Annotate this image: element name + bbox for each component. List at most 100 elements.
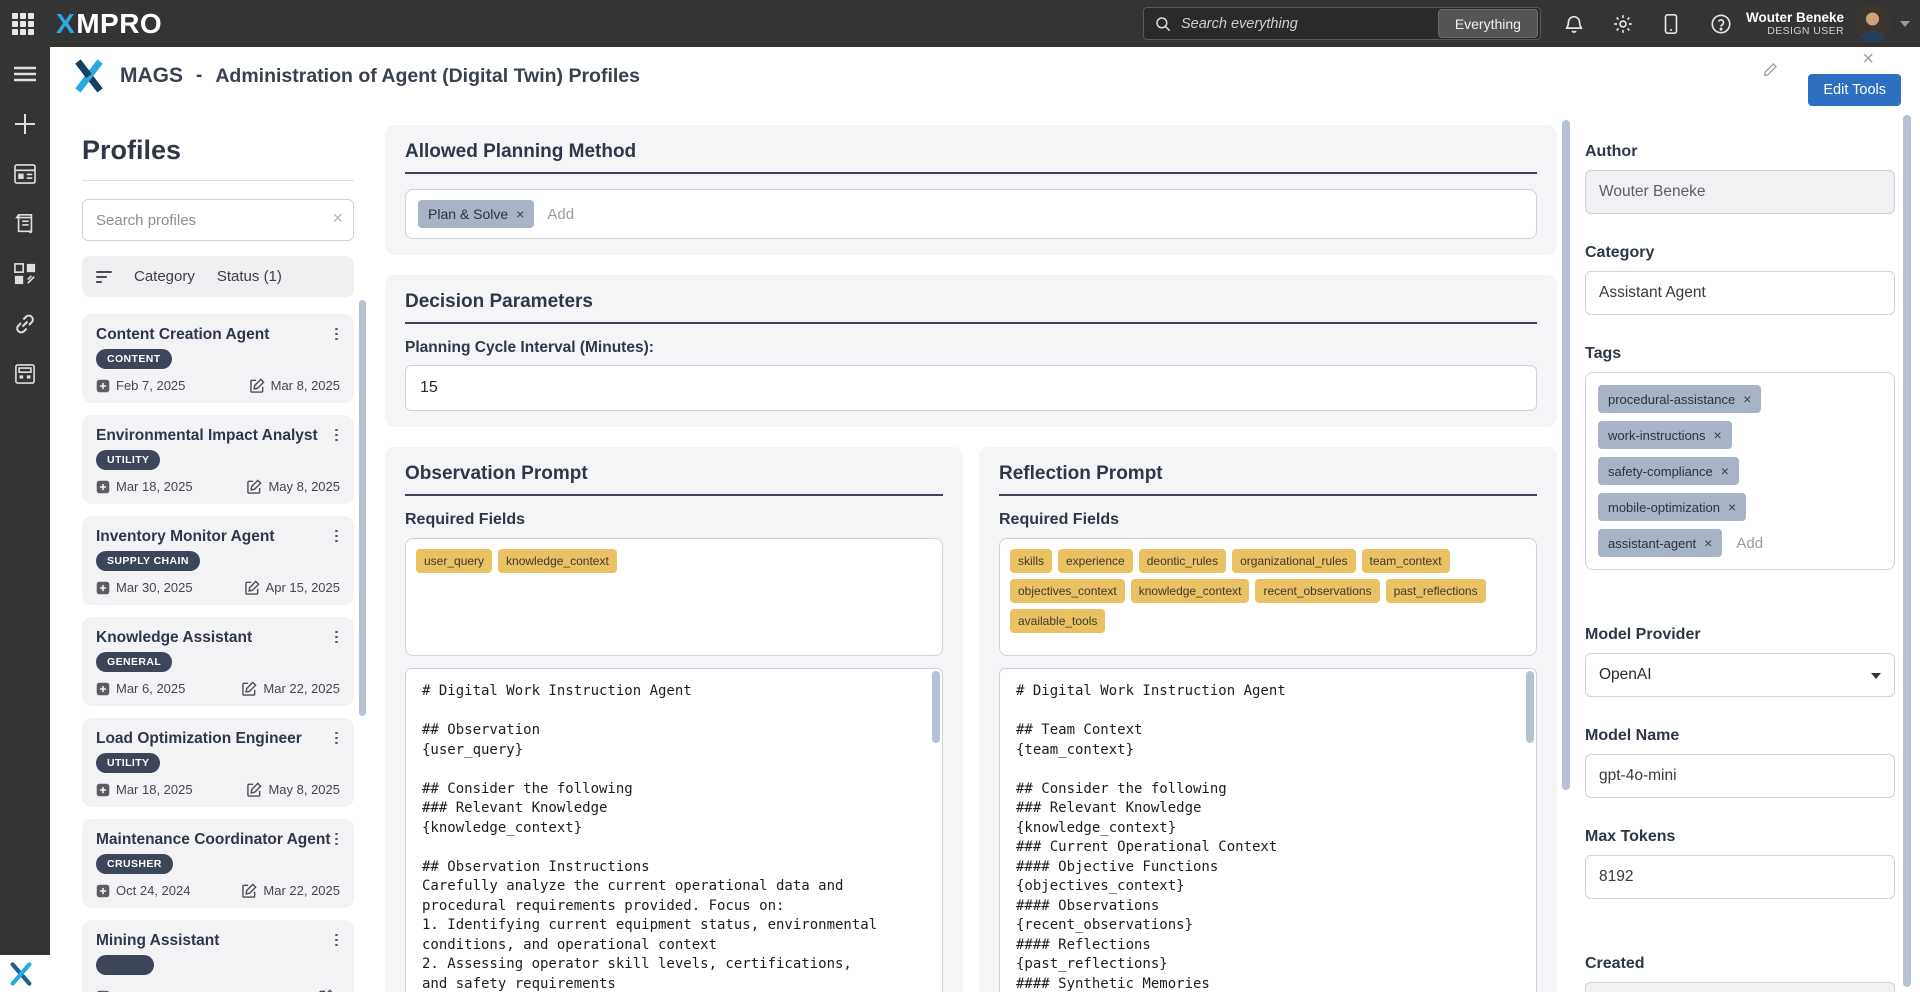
mags-logo-x-icon — [72, 59, 106, 93]
observation-scrollbar-thumb[interactable] — [932, 671, 940, 743]
author-input — [1585, 170, 1895, 214]
apps-blocks-icon[interactable] — [13, 262, 37, 286]
filter-category[interactable]: Category — [134, 268, 195, 285]
menu-hamburger-icon[interactable] — [13, 62, 37, 86]
planning-method-chip: Plan & Solve × — [418, 200, 534, 228]
profile-category-badge: CONTENT — [96, 349, 172, 369]
max-tokens-input[interactable] — [1585, 855, 1895, 899]
planning-interval-label: Planning Cycle Interval (Minutes): — [405, 339, 1537, 357]
reflection-prompt-editor[interactable]: # Digital Work Instruction Agent ## Team… — [999, 668, 1537, 992]
planning-interval-input[interactable] — [405, 365, 1537, 411]
created-plus-square-icon — [96, 783, 110, 797]
profile-card[interactable]: Knowledge Assistant GENERAL Mar 6, 2025 — [82, 617, 354, 706]
modified-date: Mar 8, 2025 — [250, 378, 340, 393]
remove-tag-icon[interactable]: × — [1714, 427, 1722, 443]
kebab-menu-icon[interactable] — [331, 931, 342, 949]
app-grid-icon[interactable] — [12, 13, 34, 35]
add-icon[interactable] — [13, 112, 37, 136]
user-menu[interactable]: Wouter Beneke DESIGN USER — [1746, 10, 1844, 37]
profiles-scrollbar-thumb[interactable] — [359, 300, 366, 716]
details-panel: Author Category Tags procedural-assistan… — [1585, 105, 1895, 992]
created-label: Created — [1585, 955, 1895, 973]
model-name-input[interactable] — [1585, 754, 1895, 798]
tag-chip: work-instructions × — [1598, 421, 1732, 449]
modified-date-text: May 8, 2025 — [268, 782, 340, 797]
filter-icon[interactable] — [96, 271, 112, 283]
main-scrollbar-thumb[interactable] — [1562, 120, 1570, 790]
user-caret-down-icon[interactable] — [1900, 21, 1910, 27]
edit-pencil-icon[interactable] — [1762, 62, 1778, 83]
reflection-prompt-text: # Digital Work Instruction Agent ## Team… — [1016, 682, 1474, 992]
reflection-prompt-title: Reflection Prompt — [999, 463, 1537, 496]
settings-gear-icon[interactable] — [1612, 13, 1634, 35]
page-scrollbar-thumb[interactable] — [1903, 115, 1911, 987]
modified-date-text: Apr 15, 2025 — [266, 580, 340, 595]
observation-prompt-text: # Digital Work Instruction Agent ## Obse… — [422, 682, 880, 992]
notifications-bell-icon[interactable] — [1563, 13, 1585, 35]
filter-status[interactable]: Status (1) — [217, 268, 282, 285]
required-field-chip: knowledge_context — [498, 549, 617, 573]
profiles-title: Profiles — [82, 135, 354, 166]
modified-pencil-square-icon — [247, 782, 262, 797]
profile-card[interactable]: Maintenance Coordinator Agent CRUSHER Oc… — [82, 819, 354, 908]
close-icon[interactable]: × — [1862, 49, 1874, 69]
created-plus-square-icon — [96, 480, 110, 494]
mobile-device-icon[interactable] — [1661, 13, 1683, 35]
kebab-menu-icon[interactable] — [331, 426, 342, 444]
modified-date: Mar 22, 2025 — [242, 883, 340, 898]
clear-search-icon[interactable]: × — [332, 208, 343, 229]
avatar[interactable] — [1854, 5, 1891, 42]
kebab-menu-icon[interactable] — [331, 527, 342, 545]
modified-date-text: Mar 22, 2025 — [263, 883, 340, 898]
top-bar: XMPRO Everything — [0, 0, 1920, 47]
created-date-text: Feb 7, 2025 — [116, 378, 185, 393]
kebab-menu-icon[interactable] — [331, 729, 342, 747]
tags-add-label[interactable]: Add — [1736, 535, 1763, 552]
remove-tag-icon[interactable]: × — [1704, 535, 1712, 551]
edit-tools-button[interactable]: Edit Tools — [1808, 74, 1901, 106]
select-caret-down-icon — [1871, 673, 1881, 679]
global-search: Everything — [1143, 7, 1541, 40]
reflection-required-fields: skillsexperiencedeontic_rulesorganizatio… — [999, 538, 1537, 656]
observation-prompt-editor[interactable]: # Digital Work Instruction Agent ## Obse… — [405, 668, 943, 992]
profile-card[interactable]: Content Creation Agent CONTENT Feb 7, 20… — [82, 314, 354, 403]
remove-tag-icon[interactable]: × — [1728, 499, 1736, 515]
reflection-prompt-section: Reflection Prompt Required Fields skills… — [979, 447, 1557, 992]
profile-card[interactable]: Load Optimization Engineer UTILITY Mar 1… — [82, 718, 354, 807]
required-field-chip: experience — [1058, 549, 1133, 573]
created-date-text: Mar 6, 2025 — [116, 681, 185, 696]
model-provider-select[interactable]: OpenAI — [1585, 653, 1895, 697]
links-icon[interactable] — [13, 312, 37, 336]
required-field-chip: team_context — [1362, 549, 1450, 573]
help-icon[interactable] — [1710, 13, 1732, 35]
remove-tag-icon[interactable]: × — [1743, 391, 1751, 407]
category-input[interactable] — [1585, 271, 1895, 315]
search-scope-button[interactable]: Everything — [1438, 9, 1538, 38]
kebab-menu-icon[interactable] — [331, 830, 342, 848]
required-field-chip: available_tools — [1010, 609, 1105, 633]
forms-icon[interactable] — [13, 212, 37, 236]
profile-card[interactable]: Inventory Monitor Agent SUPPLY CHAIN Mar… — [82, 516, 354, 605]
observation-prompt-section: Observation Prompt Required Fields user_… — [385, 447, 963, 992]
planning-add-label[interactable]: Add — [547, 206, 574, 223]
modified-date-text: Mar 8, 2025 — [271, 378, 340, 393]
xmpro-footer-logo — [0, 955, 50, 992]
profiles-search-input[interactable] — [82, 199, 354, 241]
kebab-menu-icon[interactable] — [331, 325, 342, 343]
profile-category-badge: CRUSHER — [96, 854, 173, 874]
dashboards-icon[interactable] — [13, 162, 37, 186]
global-search-input[interactable] — [1181, 16, 1438, 32]
remove-chip-icon[interactable]: × — [516, 206, 524, 222]
max-tokens-label: Max Tokens — [1585, 828, 1895, 846]
remove-tag-icon[interactable]: × — [1721, 463, 1729, 479]
profile-card[interactable]: Mining Assistant — [82, 920, 354, 992]
profile-card[interactable]: Environmental Impact Analyst UTILITY Mar… — [82, 415, 354, 504]
calculator-icon[interactable] — [13, 362, 37, 386]
model-provider-value: OpenAI — [1599, 666, 1652, 684]
planning-method-input[interactable]: Plan & Solve × Add — [405, 189, 1537, 239]
tag-chip: mobile-optimization × — [1598, 493, 1746, 521]
tags-input[interactable]: procedural-assistance × work-instruction… — [1585, 372, 1895, 570]
kebab-menu-icon[interactable] — [331, 628, 342, 646]
reflection-scrollbar-thumb[interactable] — [1526, 671, 1534, 743]
modified-date: Mar 22, 2025 — [242, 681, 340, 696]
